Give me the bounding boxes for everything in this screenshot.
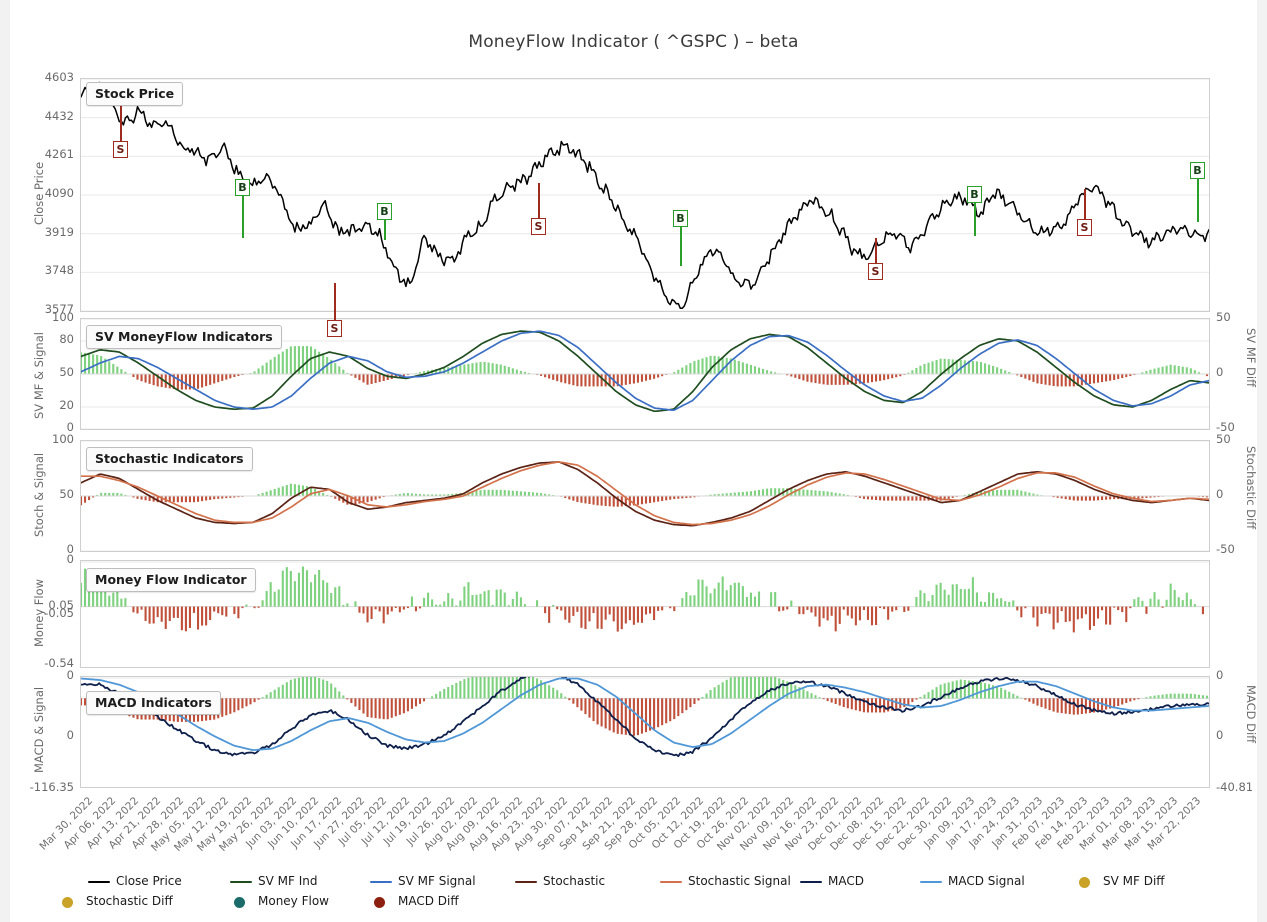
- ytick-svmfdiff-0: 50: [1216, 310, 1231, 324]
- ytick-macd-0: 0: [66, 668, 74, 682]
- marker-stem-b: [680, 226, 682, 266]
- legend-label: Stochastic Signal: [688, 874, 791, 888]
- ylabel-stochastic-diff: Stochastic Diff: [1244, 446, 1258, 530]
- badge-money-flow: Money Flow Indicator: [86, 568, 256, 592]
- panel-macd: [80, 676, 1210, 788]
- ytick-price-3: 4090: [44, 186, 74, 200]
- ytick-macddiff-0: 0: [1216, 668, 1224, 682]
- badge-stock-price: Stock Price: [86, 82, 184, 106]
- ytick-stoch-1: 50: [59, 487, 74, 501]
- buy-marker[interactable]: B: [673, 210, 688, 227]
- ytick-svmf-0: 100: [52, 310, 74, 324]
- ytick-svmf-2: 50: [59, 365, 74, 379]
- legend-label: MACD Signal: [948, 874, 1025, 888]
- ytick-stochdiff-1: 0: [1216, 487, 1224, 501]
- legend-label: SV MF Ind: [258, 874, 318, 888]
- ytick-stoch-0: 100: [52, 432, 74, 446]
- legend-label: Close Price: [116, 874, 182, 888]
- page-title: MoneyFlow Indicator ( ^GSPC ) – beta: [468, 32, 799, 52]
- marker-stem-b: [1197, 178, 1199, 222]
- ytick-macddiff-1: 0: [1216, 728, 1224, 742]
- buy-marker[interactable]: B: [235, 179, 250, 196]
- ytick-stochdiff-2: -50: [1216, 542, 1235, 556]
- stock-price-plot: [81, 79, 1209, 311]
- ytick-price-4: 3919: [44, 224, 74, 239]
- legend-label: Money Flow: [258, 894, 329, 908]
- legend-dot-swatch: [62, 897, 73, 908]
- ylabel-macd-diff: MACD Diff: [1244, 685, 1258, 744]
- sell-marker[interactable]: S: [1077, 219, 1092, 236]
- legend-label: MACD Diff: [398, 894, 459, 908]
- badge-stochastic: Stochastic Indicators: [86, 447, 253, 471]
- legend-label: MACD: [828, 874, 864, 888]
- macd-plot: [81, 677, 1209, 787]
- ytick-stochdiff-0: 50: [1216, 432, 1231, 446]
- sell-marker[interactable]: S: [868, 263, 883, 280]
- ytick-macddiff-2: -40.81: [1216, 780, 1254, 794]
- ytick-svmf-1: 80: [59, 332, 74, 346]
- marker-stem-b: [974, 202, 976, 236]
- legend-dot-swatch: [1079, 877, 1090, 888]
- buy-marker[interactable]: B: [967, 186, 982, 203]
- screenshot-root: MoneyFlow Indicator ( ^GSPC ) – beta Sto…: [0, 0, 1267, 922]
- legend-label: SV MF Signal: [398, 874, 476, 888]
- ytick-svmf-3: 20: [59, 398, 74, 412]
- ytick-macd-1: 0: [66, 728, 74, 742]
- legend-label: Stochastic: [543, 874, 606, 888]
- marker-stem-b: [384, 219, 386, 240]
- buy-marker[interactable]: B: [1190, 162, 1205, 179]
- badge-sv-moneyflow: SV MoneyFlow Indicators: [86, 325, 282, 349]
- sell-marker[interactable]: S: [531, 218, 546, 235]
- ytick-price-0: 4603: [44, 70, 74, 84]
- ytick-svmfdiff-1: 0: [1216, 365, 1224, 379]
- ytick-mf-2: -0.05: [44, 606, 74, 620]
- ytick-price-1: 4432: [44, 108, 74, 123]
- legend-dot-swatch: [234, 897, 245, 908]
- legend-label: Stochastic Diff: [86, 894, 173, 908]
- ytick-price-5: 3748: [44, 263, 74, 278]
- chart-figure: MoneyFlow Indicator ( ^GSPC ) – beta Sto…: [10, 0, 1258, 922]
- legend-dot-swatch: [374, 897, 385, 908]
- badge-macd: MACD Indicators: [86, 691, 221, 715]
- buy-marker[interactable]: B: [377, 203, 392, 220]
- ytick-price-2: 4261: [44, 147, 74, 162]
- sell-marker[interactable]: S: [113, 141, 128, 158]
- ylabel-sv-mf-diff: SV MF Diff: [1244, 328, 1258, 387]
- sell-marker[interactable]: S: [327, 320, 342, 337]
- legend-label: SV MF Diff: [1103, 874, 1165, 888]
- ytick-mf-0: 0: [66, 552, 74, 566]
- marker-stem-b: [242, 195, 244, 238]
- ytick-macd-2: -116.35: [29, 780, 74, 794]
